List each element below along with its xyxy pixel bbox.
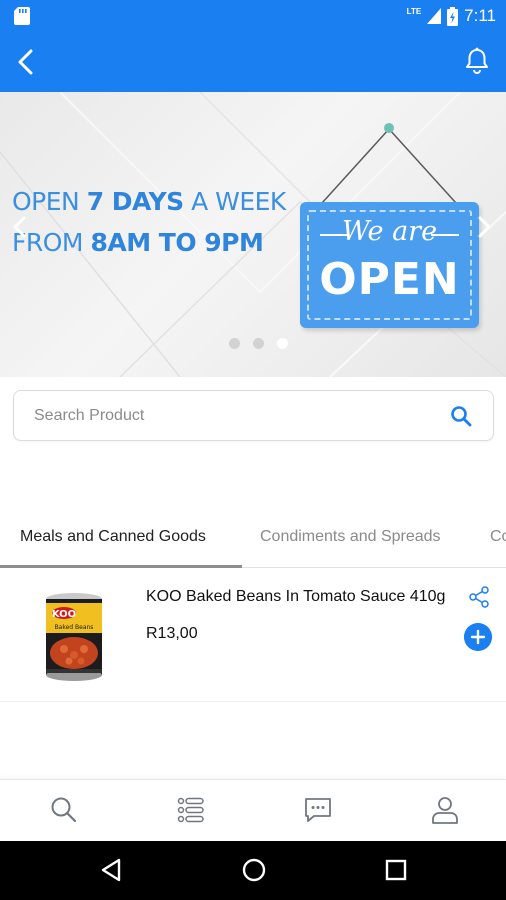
tab-meals-and-canned-goods[interactable]: Meals and Canned Goods [20, 528, 206, 546]
banner-headline-hours: FROM 8AM TO 9PM [12, 228, 264, 257]
status-bar: LTE 7:11 [0, 0, 506, 32]
add-to-cart-button[interactable] [464, 623, 492, 651]
back-triangle-icon[interactable] [97, 855, 127, 885]
share-icon[interactable] [467, 585, 491, 609]
search-icon[interactable] [449, 404, 473, 428]
nav-chat-icon[interactable] [302, 794, 334, 826]
banner-text-bold: 8AM TO 9PM [90, 228, 264, 257]
promo-banner-carousel[interactable]: OPEN 7 DAYS A WEEK FROM 8AM TO 9PM We ar… [0, 92, 506, 377]
back-arrow-icon[interactable] [10, 45, 44, 79]
search-bar [13, 390, 494, 441]
sign-text-we-are: We are [341, 216, 438, 247]
carousel-dot[interactable] [229, 338, 240, 349]
nav-profile-icon[interactable] [429, 794, 461, 826]
carousel-indicators [229, 338, 288, 349]
nav-categories-list-icon[interactable] [175, 794, 207, 826]
sd-card-icon [14, 7, 30, 25]
active-tab-indicator [0, 565, 242, 568]
app-screen: LTE 7:11 OPEN 7 DAYS A WEEK FROM 8AM TO … [0, 0, 506, 900]
canned-beans-image: KOO Baked Beans [46, 593, 102, 681]
carousel-prev-icon[interactable] [10, 212, 30, 242]
app-bar [0, 32, 506, 92]
svg-text:Baked Beans: Baked Beans [55, 624, 94, 631]
carousel-dot[interactable] [253, 338, 264, 349]
clock: 7:11 [464, 6, 496, 25]
product-price: R13,00 [146, 625, 198, 642]
system-navigation-bar [0, 841, 506, 900]
bottom-navigation [0, 779, 506, 841]
signal-icon [427, 8, 442, 24]
sign-text-open: OPEN [319, 254, 460, 305]
svg-text:KOO: KOO [52, 609, 76, 620]
carousel-dot-active[interactable] [277, 338, 288, 349]
open-sign-illustration: We are OPEN [300, 202, 479, 328]
banner-text-bold: 7 DAYS [86, 187, 184, 216]
banner-headline-days: OPEN 7 DAYS A WEEK [12, 187, 286, 216]
home-circle-icon[interactable] [239, 855, 269, 885]
status-icons: LTE 7:11 [407, 5, 496, 27]
battery-icon [447, 6, 459, 26]
banner-text: A WEEK [183, 187, 286, 216]
recents-square-icon[interactable] [381, 855, 411, 885]
product-list-item[interactable]: KOO Baked Beans KOO Baked Beans In Tomat… [0, 569, 506, 702]
search-input[interactable] [34, 403, 434, 429]
network-type: LTE [406, 6, 422, 16]
category-tabs: Meals and Canned Goods Condiments and Sp… [0, 512, 506, 568]
bell-icon[interactable] [460, 44, 494, 78]
product-name[interactable]: KOO Baked Beans In Tomato Sauce 410g [146, 588, 451, 606]
tab-next-category[interactable]: Co [490, 528, 506, 546]
nav-search-icon[interactable] [48, 794, 80, 826]
carousel-next-icon[interactable] [474, 212, 494, 242]
tab-condiments-and-spreads[interactable]: Condiments and Spreads [260, 528, 441, 546]
